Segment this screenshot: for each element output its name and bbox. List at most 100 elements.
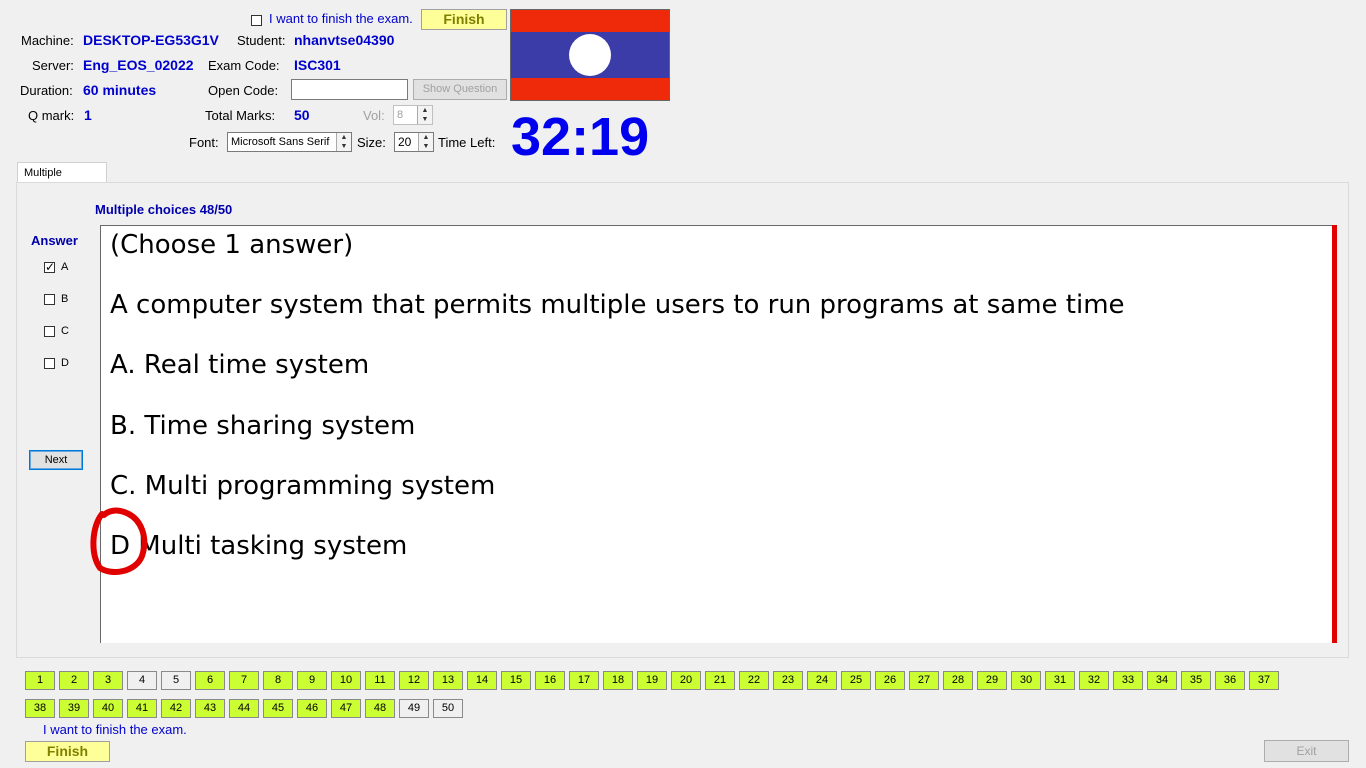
question-number-button[interactable]: 26 <box>875 671 905 690</box>
flag-white-circle <box>569 34 611 76</box>
question-number-button[interactable]: 38 <box>25 699 55 718</box>
question-number-button[interactable]: 36 <box>1215 671 1245 690</box>
finish-exam-label-top: I want to finish the exam. <box>269 11 413 26</box>
finish-exam-checkbox-top[interactable] <box>251 15 262 26</box>
question-number-button[interactable]: 31 <box>1045 671 1075 690</box>
question-number-button[interactable]: 29 <box>977 671 1007 690</box>
answer-option-2[interactable]: C <box>44 325 69 337</box>
size-label: Size: <box>357 135 386 150</box>
exit-button[interactable]: Exit <box>1264 740 1349 762</box>
question-number-button[interactable]: 44 <box>229 699 259 718</box>
question-number-button[interactable]: 40 <box>93 699 123 718</box>
question-number-button[interactable]: 3 <box>93 671 123 690</box>
question-number-button[interactable]: 25 <box>841 671 871 690</box>
laos-flag-image <box>510 9 670 101</box>
finish-button-bottom[interactable]: Finish <box>25 741 110 762</box>
size-spin-arrows[interactable]: ▲ ▼ <box>418 133 433 151</box>
question-number-button[interactable]: 16 <box>535 671 565 690</box>
font-select[interactable]: Microsoft Sans Serif ▲ ▼ <box>227 132 352 152</box>
question-number-button[interactable]: 30 <box>1011 671 1041 690</box>
question-number-button[interactable]: 48 <box>365 699 395 718</box>
question-number-button[interactable]: 42 <box>161 699 191 718</box>
font-spin-arrows[interactable]: ▲ ▼ <box>336 133 351 151</box>
question-number-button[interactable]: 13 <box>433 671 463 690</box>
red-margin-bar <box>1332 225 1337 643</box>
size-spinner[interactable]: 20 ▲ ▼ <box>394 132 434 152</box>
question-number-button[interactable]: 22 <box>739 671 769 690</box>
answer-checkbox[interactable] <box>44 325 55 337</box>
question-number-button[interactable]: 39 <box>59 699 89 718</box>
question-number-button[interactable]: 21 <box>705 671 735 690</box>
tab-multiple-choices[interactable]: Multiple Choices <box>17 162 107 199</box>
question-text-area[interactable]: (Choose 1 answer) A computer system that … <box>100 225 1333 643</box>
answer-checkbox[interactable] <box>44 260 55 274</box>
question-number-button[interactable]: 43 <box>195 699 225 718</box>
answer-option-3[interactable]: D <box>44 357 69 369</box>
exam-code-value: ISC301 <box>294 57 341 73</box>
progress-label: Multiple choices 48/50 <box>95 202 233 217</box>
question-option-line: D Multi tasking system <box>110 531 408 561</box>
next-button[interactable]: Next <box>29 450 83 470</box>
finish-exam-label-bottom: I want to finish the exam. <box>43 722 187 737</box>
open-code-input[interactable] <box>291 79 408 100</box>
question-number-button[interactable]: 45 <box>263 699 293 718</box>
question-number-button[interactable]: 27 <box>909 671 939 690</box>
question-number-button[interactable]: 4 <box>127 671 157 690</box>
answer-checkbox[interactable] <box>44 357 55 369</box>
answer-checkbox-label: D <box>61 357 69 369</box>
student-label: Student: <box>237 33 286 48</box>
question-number-button[interactable]: 5 <box>161 671 191 690</box>
answer-option-0[interactable]: A <box>44 260 69 274</box>
question-number-button[interactable]: 2 <box>59 671 89 690</box>
question-number-button[interactable]: 17 <box>569 671 599 690</box>
question-option-line: A. Real time system <box>110 350 370 380</box>
question-number-button[interactable]: 47 <box>331 699 361 718</box>
question-number-button[interactable]: 9 <box>297 671 327 690</box>
question-number-button[interactable]: 46 <box>297 699 327 718</box>
question-number-button[interactable]: 1 <box>25 671 55 690</box>
vol-spinner[interactable]: 8 ▲ ▼ <box>393 105 433 125</box>
student-value: nhanvtse04390 <box>294 32 395 48</box>
question-number-button[interactable]: 6 <box>195 671 225 690</box>
question-number-button[interactable]: 15 <box>501 671 531 690</box>
question-number-button[interactable]: 11 <box>365 671 395 690</box>
vol-spin-arrows[interactable]: ▲ ▼ <box>417 106 432 124</box>
font-value: Microsoft Sans Serif <box>231 136 330 148</box>
question-number-button[interactable]: 34 <box>1147 671 1177 690</box>
answer-checkbox-label: A <box>61 261 69 273</box>
question-number-button[interactable]: 7 <box>229 671 259 690</box>
question-number-button[interactable]: 49 <box>399 699 429 718</box>
question-number-button[interactable]: 35 <box>1181 671 1211 690</box>
question-number-button[interactable]: 23 <box>773 671 803 690</box>
question-number-button[interactable]: 18 <box>603 671 633 690</box>
machine-label: Machine: <box>21 33 74 48</box>
question-number-button[interactable]: 24 <box>807 671 837 690</box>
question-number-button[interactable]: 19 <box>637 671 667 690</box>
question-number-button[interactable]: 10 <box>331 671 361 690</box>
vol-value: 8 <box>397 109 404 121</box>
exam-code-label: Exam Code: <box>208 58 280 73</box>
question-number-button[interactable]: 41 <box>127 699 157 718</box>
question-number-button[interactable]: 50 <box>433 699 463 718</box>
qmark-label: Q mark: <box>28 108 75 123</box>
font-label: Font: <box>189 135 219 150</box>
open-code-label: Open Code: <box>208 83 279 98</box>
question-option-line: C. Multi programming system <box>110 471 496 501</box>
question-number-button[interactable]: 33 <box>1113 671 1143 690</box>
question-number-button[interactable]: 32 <box>1079 671 1109 690</box>
show-question-button[interactable]: Show Question <box>413 79 507 100</box>
question-number-button[interactable]: 8 <box>263 671 293 690</box>
question-number-button[interactable]: 20 <box>671 671 701 690</box>
total-marks-value: 50 <box>294 107 310 123</box>
question-number-button[interactable]: 14 <box>467 671 497 690</box>
question-number-button[interactable]: 12 <box>399 671 429 690</box>
duration-value: 60 minutes <box>83 82 157 98</box>
answer-checkbox-label: B <box>61 293 69 305</box>
total-marks-label: Total Marks: <box>205 108 276 123</box>
answer-checkbox[interactable] <box>44 293 55 305</box>
question-number-button[interactable]: 37 <box>1249 671 1279 690</box>
answer-heading: Answer <box>31 233 78 248</box>
question-number-button[interactable]: 28 <box>943 671 973 690</box>
answer-option-1[interactable]: B <box>44 293 68 305</box>
finish-button-top[interactable]: Finish <box>421 9 507 30</box>
